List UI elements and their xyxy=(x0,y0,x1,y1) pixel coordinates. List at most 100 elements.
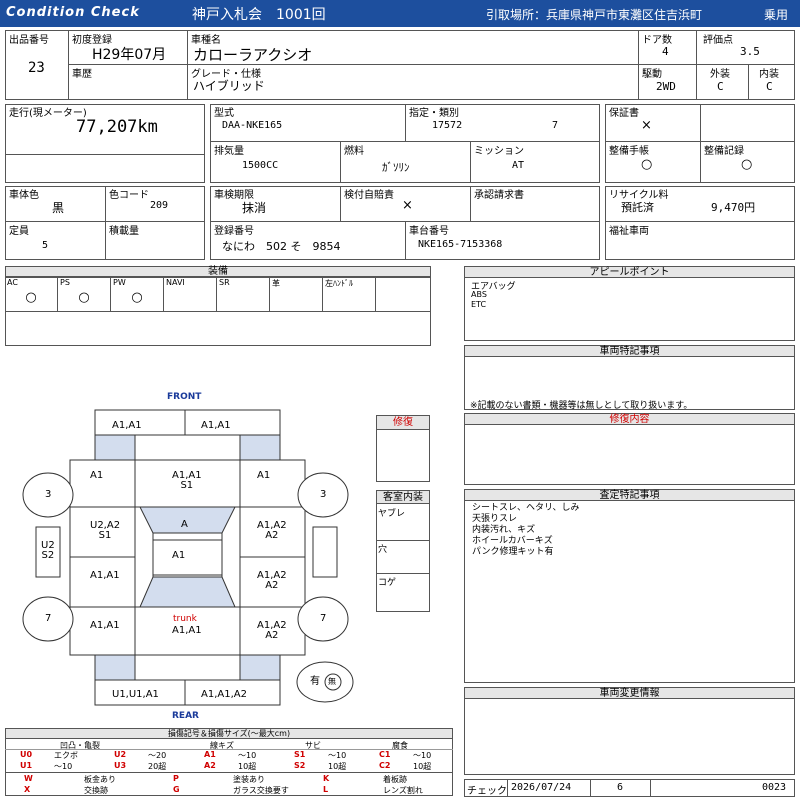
mark-hood-1: A1,A1 S1 xyxy=(172,470,202,491)
mark-door-fr: A1,A2 A2 xyxy=(257,520,287,541)
auction-title: 神戸入札会 1001回 xyxy=(192,7,326,23)
inspection-note-4: ホイールカバーキズ xyxy=(472,536,553,546)
mark-windshield: A xyxy=(181,519,188,530)
reg-no: なにわ 502 そ 9854 xyxy=(222,240,341,253)
check-date: 2026/07/24 xyxy=(511,782,572,793)
legend-code: A2 xyxy=(204,761,216,770)
special-title: 車両特記事項 xyxy=(465,346,794,357)
mark-qtr-rl: A1,A1 xyxy=(90,620,120,631)
legend-code: U0 xyxy=(20,750,33,759)
equipment-item-5: SR xyxy=(217,277,270,311)
mark-tire-fr: 3 xyxy=(320,489,327,500)
equipment-item-value: ○ xyxy=(25,290,37,305)
legend-mark-code: K xyxy=(323,774,330,783)
recycle-status: 預託済 xyxy=(621,201,654,214)
mark-door-rr: A1,A2 A2 xyxy=(257,570,287,591)
mark-roof: A1 xyxy=(172,550,186,561)
exterior-grade: C xyxy=(717,80,724,93)
equipment-item-label: NAVI xyxy=(166,278,185,287)
legend-mark-desc: レンズ割れ xyxy=(383,786,423,795)
model-code: DAA-NKE165 xyxy=(222,120,283,131)
legend-code: C1 xyxy=(379,750,391,759)
legend-code: A1 xyxy=(204,750,216,759)
check-num: 6 xyxy=(617,782,624,793)
equipment-item-value: ○ xyxy=(131,290,143,305)
legend-code: S2 xyxy=(294,761,306,770)
equipment-item-1: AC ○ xyxy=(5,277,58,311)
legend-mark-desc: 板金あり xyxy=(84,775,116,784)
first-reg: H29年07月 xyxy=(92,47,167,63)
mark-tire-rr: 7 xyxy=(320,613,327,624)
equipment-item-label: PS xyxy=(60,278,70,287)
mark-tire-fl: 3 xyxy=(45,489,52,500)
mark-rear-bumper-r: A1,A1,A2 xyxy=(201,689,247,700)
insurance: × xyxy=(402,198,413,213)
mileage: 77,207km xyxy=(76,117,158,137)
legend-code: S1 xyxy=(294,750,306,759)
equipment-empty-cell xyxy=(376,277,431,311)
appeal-line-3: ETC xyxy=(471,300,487,309)
pickup-location: 引取場所：兵庫県神戸市東灘区住吉浜町 xyxy=(486,8,703,22)
insurance-label: 検付自賠責 xyxy=(344,190,394,201)
equipment-title: 装備 xyxy=(6,267,430,277)
inspection-note-1: シートスレ、ヘタリ、しみ xyxy=(472,503,580,513)
legend-mark-desc: 塗装あり xyxy=(233,775,265,784)
recycle-amount: 9,470円 xyxy=(711,201,756,214)
drive: 2WD xyxy=(656,80,676,93)
grade: ハイブリッド xyxy=(193,79,265,93)
mark-tire-rl: 7 xyxy=(45,613,52,624)
mark-fender-fr: A1 xyxy=(257,470,271,481)
designation: 17572 xyxy=(432,120,463,131)
interior-grade: C xyxy=(766,80,773,93)
equipment-item-4: NAVI xyxy=(164,277,217,311)
equipment-item-value: ○ xyxy=(78,290,90,305)
mark-hood: A1,A1 S1 xyxy=(172,471,202,491)
mark-rear-bumper-l: U1,U1,A1 xyxy=(112,689,159,700)
legend-desc: エクボ xyxy=(54,751,78,760)
mark-fender-fl: A1 xyxy=(90,470,104,481)
legend-title: 損傷記号＆損傷サイズ(～最大cm) xyxy=(6,729,452,739)
inspection-notes-title: 査定特記事項 xyxy=(465,490,794,501)
spare-mark: 無 xyxy=(328,677,336,686)
lot-no-label: 出品番号 xyxy=(9,35,49,46)
legend-mark-desc: 着板跡 xyxy=(383,775,407,784)
color-code: 209 xyxy=(150,200,169,211)
warranty-label: 保証書 xyxy=(609,108,639,119)
interior-title: 客室内装 xyxy=(377,491,429,504)
equipment-item-label: 革 xyxy=(272,279,280,288)
legend-mark-desc: ガラス交換要す xyxy=(233,786,289,795)
legend-code: U1 xyxy=(20,761,33,770)
displacement-label: 排気量 xyxy=(214,146,244,157)
body-color: 黒 xyxy=(52,201,65,215)
body-color-label: 車体色 xyxy=(9,190,39,201)
inspection-note-5: パンク修理キット有 xyxy=(472,547,554,557)
approval-label: 承認請求書 xyxy=(474,190,524,201)
legend-desc: ～10 xyxy=(413,751,432,760)
doors-label: ドア数 xyxy=(642,35,672,46)
legend-code: U2 xyxy=(114,750,127,759)
inspection-note-3: 内装汚れ、キズ xyxy=(472,525,536,535)
vehicle-info-top xyxy=(5,30,795,100)
mission-label: ミッション xyxy=(474,146,524,157)
equipment-item-3: PW ○ xyxy=(111,277,164,311)
mark-door-fl: U2,A2 S1 xyxy=(90,520,121,541)
legend-desc: ～10 xyxy=(54,762,73,771)
mark-door-rl: A1,A1 xyxy=(90,570,120,581)
mark-front-bumper-l: A1,A1 xyxy=(112,420,142,431)
legend-code: U3 xyxy=(114,761,127,770)
equipment-item-label: PW xyxy=(113,278,126,287)
spare-present: 有 xyxy=(310,676,320,687)
inspection-expiry: 抹消 xyxy=(242,201,267,215)
maint-book-label: 整備手帳 xyxy=(609,146,649,157)
repair-title: 修復内容 xyxy=(465,414,794,425)
legend-mark-code: X xyxy=(24,785,31,794)
capacity-label: 定員 xyxy=(9,226,29,237)
interior-item-3: コゲ xyxy=(378,578,397,588)
legend-mark-code: P xyxy=(173,774,179,783)
changes-panel xyxy=(464,687,795,775)
legend-desc: 10超 xyxy=(413,762,432,771)
brand-title: Condition Check xyxy=(6,5,140,20)
legend-mark-desc: 交換跡 xyxy=(84,786,108,795)
special-note: ※記載のない書類・機器等は無しとして取り扱います。 xyxy=(470,401,693,411)
fuel-label: 燃料 xyxy=(344,146,364,157)
